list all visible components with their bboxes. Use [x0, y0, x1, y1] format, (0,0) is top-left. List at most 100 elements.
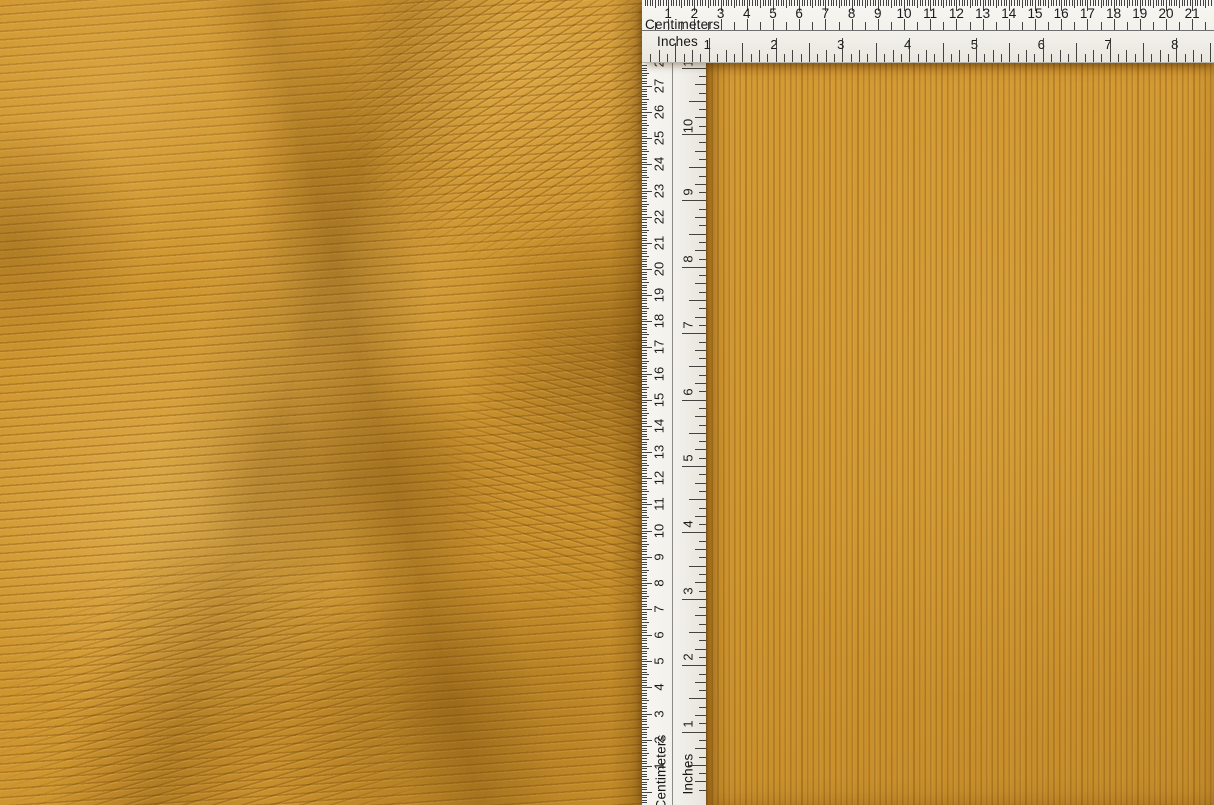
- cm-half-tick: [812, 22, 813, 30]
- cm-half-tick: [930, 19, 931, 30]
- cm-mm-tick: [642, 714, 652, 715]
- cm-number: 22: [653, 209, 666, 223]
- cm-mm-tick: [907, 0, 908, 6]
- inch-eighth-tick: [695, 151, 706, 152]
- inch-eighth-tick: [689, 101, 706, 102]
- cm-mm-tick: [642, 112, 652, 113]
- cm-mm-tick: [941, 0, 942, 6]
- cm-mm-tick: [1171, 0, 1172, 6]
- cm-mm-tick: [642, 680, 647, 681]
- cm-mm-tick: [894, 0, 895, 6]
- inch-eighth-tick: [717, 54, 718, 62]
- inch-eighth-tick: [834, 54, 835, 62]
- cm-mm-tick: [642, 232, 647, 233]
- cm-half-tick: [1179, 22, 1180, 30]
- inch-eighth-tick: [699, 524, 706, 525]
- cm-mm-tick: [642, 478, 652, 479]
- cm-mm-tick: [938, 0, 939, 6]
- inch-eighth-tick: [699, 557, 706, 558]
- cm-number: 18: [653, 314, 666, 328]
- cm-mm-tick: [642, 172, 647, 173]
- cm-mm-tick: [1111, 0, 1112, 6]
- cm-mm-tick: [642, 795, 647, 796]
- cm-mm-tick: [642, 316, 647, 317]
- cm-mm-tick: [1121, 0, 1122, 6]
- cm-mm-tick: [1069, 0, 1070, 6]
- cm-mm-tick: [786, 0, 787, 8]
- cm-mm-tick: [970, 0, 971, 8]
- cm-half-tick: [839, 22, 840, 30]
- cm-mm-tick: [642, 397, 647, 398]
- inch-eighth-tick: [984, 54, 985, 62]
- cm-number: 10: [653, 523, 666, 537]
- cm-mm-tick: [1116, 0, 1117, 6]
- cm-mm-tick: [642, 771, 647, 772]
- cm-mm-tick: [642, 486, 647, 487]
- inch-eighth-tick: [699, 225, 706, 226]
- cm-mm-tick: [642, 674, 649, 675]
- cm-mm-tick: [642, 211, 647, 212]
- cm-mm-tick: [1187, 0, 1188, 6]
- cm-mm-tick: [642, 489, 647, 490]
- cm-half-tick: [655, 22, 656, 30]
- cm-mm-tick: [642, 442, 647, 443]
- cm-mm-tick: [642, 758, 647, 759]
- cm-mm-tick: [642, 614, 647, 615]
- inch-eighth-tick: [1176, 38, 1177, 62]
- cm-mm-tick: [642, 789, 647, 790]
- cm-mm-tick: [642, 585, 647, 586]
- cm-mm-tick: [768, 0, 769, 6]
- cm-half-tick: [904, 19, 905, 30]
- cm-mm-tick: [652, 0, 653, 6]
- cm-mm-tick: [833, 0, 834, 6]
- inch-eighth-tick: [699, 474, 706, 475]
- inch-number: 8: [682, 255, 695, 262]
- fabric-fold-shading: [0, 0, 642, 805]
- cm-mm-tick: [1208, 0, 1209, 6]
- inch-eighth-tick: [699, 242, 706, 243]
- cm-mm-tick: [1001, 0, 1002, 6]
- cm-number: 3: [653, 710, 666, 717]
- cm-half-tick: [996, 22, 997, 30]
- cm-number: 8: [653, 579, 666, 586]
- inch-eighth-tick: [695, 549, 706, 550]
- cm-mm-tick: [642, 497, 647, 498]
- cm-mm-tick: [642, 646, 647, 647]
- inch-eighth-tick: [695, 615, 706, 616]
- cm-mm-tick: [642, 470, 647, 471]
- cm-mm-tick: [642, 381, 647, 382]
- cm-mm-tick: [1059, 0, 1060, 6]
- cm-mm-tick: [1090, 0, 1091, 6]
- cm-mm-tick: [642, 227, 647, 228]
- inch-eighth-tick: [695, 516, 706, 517]
- inch-eighth-tick: [699, 541, 706, 542]
- cm-mm-tick: [873, 0, 874, 6]
- cm-mm-tick: [642, 405, 647, 406]
- cm-mm-tick: [1004, 0, 1005, 6]
- inch-eighth-tick: [1051, 54, 1052, 62]
- inch-eighth-tick: [926, 50, 927, 62]
- cm-number: 6: [653, 631, 666, 638]
- cm-mm-tick: [642, 350, 647, 351]
- cm-mm-tick: [723, 0, 724, 6]
- cm-mm-tick: [642, 439, 649, 440]
- vertical-ruler: Centimeters Inches 123456789101112131415…: [642, 0, 706, 805]
- cm-mm-tick: [744, 0, 745, 6]
- cm-mm-tick: [718, 0, 719, 6]
- cm-mm-tick: [844, 0, 845, 6]
- cm-mm-tick: [642, 724, 647, 725]
- inch-eighth-tick: [1076, 43, 1077, 62]
- inch-eighth-tick: [1151, 54, 1152, 62]
- cm-mm-tick: [742, 0, 743, 6]
- inch-eighth-tick: [699, 325, 706, 326]
- cm-mm-tick: [642, 143, 647, 144]
- cm-mm-tick: [726, 0, 727, 6]
- inch-eighth-tick: [699, 607, 706, 608]
- cm-mm-tick: [728, 0, 729, 6]
- cm-mm-tick: [642, 659, 647, 660]
- cm-half-tick: [970, 22, 971, 30]
- cm-mm-tick: [642, 253, 647, 254]
- cm-half-tick: [773, 19, 774, 30]
- cm-mm-tick: [642, 251, 647, 252]
- inch-eighth-tick: [699, 723, 706, 724]
